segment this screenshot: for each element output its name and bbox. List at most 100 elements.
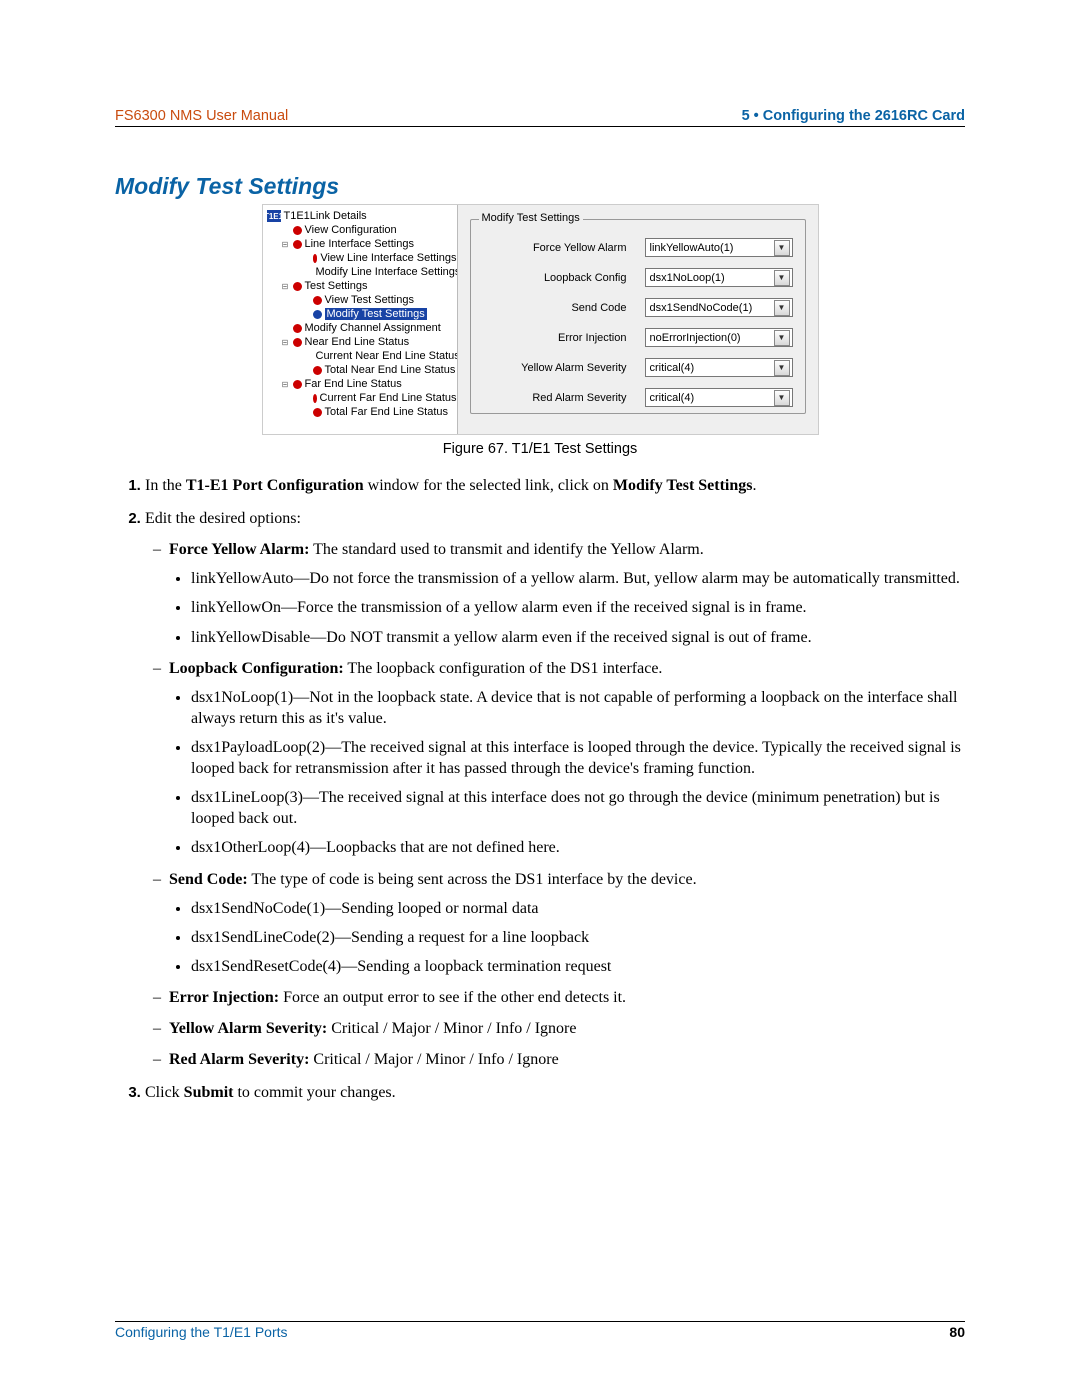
- select-value: dsx1NoLoop(1): [650, 272, 725, 284]
- opt-error-injection: Error Injection: Force an output error t…: [169, 987, 965, 1008]
- header-left: FS6300 NMS User Manual: [115, 108, 288, 124]
- options-list: Force Yellow Alarm: The standard used to…: [145, 539, 965, 1070]
- node-bullet-icon: [313, 296, 322, 305]
- tree-item-label: Current Far End Line Status: [320, 392, 457, 404]
- select-error-injection[interactable]: noErrorInjection(0) ▼: [645, 328, 793, 347]
- fya-linkYellowDisable: linkYellowDisable—Do NOT transmit a yell…: [191, 627, 965, 648]
- page-header: FS6300 NMS User Manual 5 • Configuring t…: [115, 108, 965, 127]
- tree-item-11[interactable]: ⊟ Far End Line Status: [267, 377, 457, 391]
- tree-item-label: View Line Interface Settings: [320, 252, 456, 264]
- send-resetCode: dsx1SendResetCode(4)—Sending a loopback …: [191, 956, 965, 977]
- chevron-down-icon[interactable]: ▼: [774, 300, 790, 316]
- tree-item-6[interactable]: Modify Test Settings: [267, 307, 457, 321]
- tree-item-0[interactable]: View Configuration: [267, 223, 457, 237]
- collapse-icon[interactable]: ⊟: [281, 240, 290, 249]
- node-bullet-icon: [293, 338, 302, 347]
- tree-item-label: View Configuration: [305, 224, 397, 236]
- node-bullet-icon: [293, 226, 302, 235]
- step-1: In the T1-E1 Port Configuration window f…: [145, 475, 965, 496]
- step-3: Click Submit to commit your changes.: [145, 1082, 965, 1103]
- collapse-icon[interactable]: ⊟: [281, 338, 290, 347]
- figure-caption: Figure 67. T1/E1 Test Settings: [115, 441, 965, 457]
- form-panel: Modify Test Settings Force Yellow Alarml…: [458, 205, 818, 434]
- node-bullet-icon: [293, 380, 302, 389]
- tree-item-label: Line Interface Settings: [305, 238, 414, 250]
- opt-yellow-alarm-severity: Yellow Alarm Severity: Critical / Major …: [169, 1018, 965, 1039]
- opt-send-code: Send Code: The type of code is being sen…: [169, 869, 965, 977]
- send-noCode: dsx1SendNoCode(1)—Sending looped or norm…: [191, 898, 965, 919]
- form-label: Yellow Alarm Severity: [483, 362, 645, 374]
- node-bullet-icon: [293, 240, 302, 249]
- form-label: Error Injection: [483, 332, 645, 344]
- tree-item-12[interactable]: Current Far End Line Status: [267, 391, 457, 405]
- fieldset-legend: Modify Test Settings: [479, 212, 583, 224]
- form-label: Red Alarm Severity: [483, 392, 645, 404]
- page-footer: Configuring the T1/E1 Ports 80: [115, 1321, 965, 1340]
- loop-payloadLoop: dsx1PayloadLoop(2)—The received signal a…: [191, 737, 965, 779]
- collapse-icon[interactable]: ⊟: [281, 380, 290, 389]
- select-value: dsx1SendNoCode(1): [650, 302, 753, 314]
- send-lineCode: dsx1SendLineCode(2)—Sending a request fo…: [191, 927, 965, 948]
- opt-loopback-config: Loopback Configuration: The loopback con…: [169, 658, 965, 859]
- select-value: critical(4): [650, 392, 695, 404]
- nav-tree: T1E1 T1E1Link Details View Configuration…: [263, 205, 458, 434]
- tree-item-label: View Test Settings: [325, 294, 414, 306]
- tree-item-10[interactable]: Total Near End Line Status: [267, 363, 457, 377]
- tree-item-3[interactable]: Modify Line Interface Settings: [267, 265, 457, 279]
- tree-item-13[interactable]: Total Far End Line Status: [267, 405, 457, 419]
- collapse-icon[interactable]: ⊟: [281, 282, 290, 291]
- tree-item-label: Modify Test Settings: [325, 308, 427, 320]
- node-bullet-icon: [293, 324, 302, 333]
- form-row-2: Send Code dsx1SendNoCode(1) ▼: [483, 298, 793, 317]
- tree-item-label: Modify Line Interface Settings: [316, 266, 458, 278]
- tree-item-label: Current Near End Line Status: [316, 350, 458, 362]
- form-row-1: Loopback Config dsx1NoLoop(1) ▼: [483, 268, 793, 287]
- select-yellow-alarm-severity[interactable]: critical(4) ▼: [645, 358, 793, 377]
- tree-item-label: Total Near End Line Status: [325, 364, 456, 376]
- select-force-yellow-alarm[interactable]: linkYellowAuto(1) ▼: [645, 238, 793, 257]
- form-row-3: Error Injection noErrorInjection(0) ▼: [483, 328, 793, 347]
- fya-linkYellowAuto: linkYellowAuto—Do not force the transmis…: [191, 568, 965, 589]
- tree-item-label: Total Far End Line Status: [325, 406, 449, 418]
- select-value: linkYellowAuto(1): [650, 242, 734, 254]
- chevron-down-icon[interactable]: ▼: [774, 240, 790, 256]
- loop-noLoop: dsx1NoLoop(1)—Not in the loopback state.…: [191, 687, 965, 729]
- node-bullet-icon: [313, 366, 322, 375]
- select-loopback-config[interactable]: dsx1NoLoop(1) ▼: [645, 268, 793, 287]
- chevron-down-icon[interactable]: ▼: [774, 360, 790, 376]
- select-red-alarm-severity[interactable]: critical(4) ▼: [645, 388, 793, 407]
- footer-right: 80: [949, 1324, 965, 1340]
- tree-item-7[interactable]: Modify Channel Assignment: [267, 321, 457, 335]
- tree-item-2[interactable]: View Line Interface Settings: [267, 251, 457, 265]
- fya-linkYellowOn: linkYellowOn—Force the transmission of a…: [191, 597, 965, 618]
- tree-item-4[interactable]: ⊟ Test Settings: [267, 279, 457, 293]
- instruction-list: In the T1-E1 Port Configuration window f…: [123, 475, 965, 1103]
- tree-item-label: Test Settings: [305, 280, 368, 292]
- chevron-down-icon[interactable]: ▼: [774, 270, 790, 286]
- node-bullet-icon: [293, 282, 302, 291]
- tree-item-9[interactable]: Current Near End Line Status: [267, 349, 457, 363]
- opt-force-yellow-alarm: Force Yellow Alarm: The standard used to…: [169, 539, 965, 647]
- tree-root[interactable]: T1E1 T1E1Link Details: [267, 209, 457, 223]
- select-value: noErrorInjection(0): [650, 332, 741, 344]
- modify-test-fieldset: Modify Test Settings Force Yellow Alarml…: [470, 219, 806, 414]
- root-icon: T1E1: [267, 210, 281, 222]
- select-send-code[interactable]: dsx1SendNoCode(1) ▼: [645, 298, 793, 317]
- header-right: 5 • Configuring the 2616RC Card: [742, 108, 965, 124]
- chevron-down-icon[interactable]: ▼: [774, 390, 790, 406]
- select-value: critical(4): [650, 362, 695, 374]
- footer-left: Configuring the T1/E1 Ports: [115, 1324, 288, 1340]
- tree-item-8[interactable]: ⊟Near End Line Status: [267, 335, 457, 349]
- form-label: Loopback Config: [483, 272, 645, 284]
- node-bullet-icon: [313, 310, 322, 319]
- tree-item-1[interactable]: ⊟ Line Interface Settings: [267, 237, 457, 251]
- section-title: Modify Test Settings: [115, 173, 965, 200]
- form-label: Send Code: [483, 302, 645, 314]
- tree-item-5[interactable]: View Test Settings: [267, 293, 457, 307]
- form-row-0: Force Yellow AlarmlinkYellowAuto(1)▼: [483, 238, 793, 257]
- form-row-4: Yellow Alarm Severity critical(4) ▼: [483, 358, 793, 377]
- tree-item-label: Far End Line Status: [305, 378, 402, 390]
- chevron-down-icon[interactable]: ▼: [774, 330, 790, 346]
- step-2: Edit the desired options: Force Yellow A…: [145, 508, 965, 1070]
- form-row-5: Red Alarm Severity critical(4) ▼: [483, 388, 793, 407]
